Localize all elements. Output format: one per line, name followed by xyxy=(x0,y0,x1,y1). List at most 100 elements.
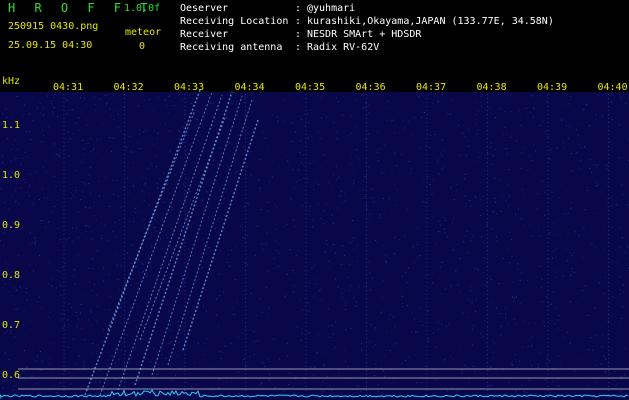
noise-dot xyxy=(338,372,340,374)
noise-dot xyxy=(283,225,285,227)
noise-dot xyxy=(438,100,439,102)
noise-dot xyxy=(65,281,67,283)
noise-dot xyxy=(595,166,597,168)
noise-dot xyxy=(426,187,428,189)
noise-dot xyxy=(368,166,370,168)
noise-dot xyxy=(288,163,290,164)
noise-dot xyxy=(482,241,484,243)
noise-dot xyxy=(124,350,126,352)
noise-dot xyxy=(199,286,201,288)
noise-dot xyxy=(528,380,530,382)
noise-dot xyxy=(550,303,552,305)
noise-dot xyxy=(168,112,170,113)
noise-dot xyxy=(101,234,103,236)
noise-dot xyxy=(340,264,341,266)
noise-dot xyxy=(296,254,298,256)
noise-dot xyxy=(525,108,527,109)
noise-dot xyxy=(145,177,147,178)
noise-dot xyxy=(143,131,145,133)
noise-dot xyxy=(425,202,427,204)
noise-dot xyxy=(325,204,327,206)
noise-dot xyxy=(32,204,34,206)
noise-dot xyxy=(167,182,169,184)
noise-dot xyxy=(356,100,358,102)
noise-dot xyxy=(476,114,478,115)
noise-dot xyxy=(344,254,345,256)
noise-dot xyxy=(345,309,347,311)
noise-dot xyxy=(419,147,421,149)
noise-dot xyxy=(126,177,128,179)
noise-dot xyxy=(154,130,156,132)
noise-dot xyxy=(141,193,143,195)
noise-dot xyxy=(625,275,626,277)
noise-dot xyxy=(373,201,375,203)
noise-dot xyxy=(286,223,288,225)
noise-dot xyxy=(130,284,132,286)
noise-dot xyxy=(598,282,600,284)
noise-dot xyxy=(15,290,17,291)
noise-dot xyxy=(215,314,217,316)
noise-dot xyxy=(497,147,499,148)
noise-dot xyxy=(357,385,359,387)
noise-dot xyxy=(111,151,113,152)
noise-dot xyxy=(23,104,25,106)
noise-dot xyxy=(576,129,577,131)
noise-dot xyxy=(42,115,44,116)
noise-dot xyxy=(113,347,115,349)
noise-dot xyxy=(531,160,533,161)
noise-dot xyxy=(327,308,329,310)
noise-dot xyxy=(49,363,50,365)
noise-dot xyxy=(292,140,294,142)
noise-dot xyxy=(142,263,144,265)
noise-dot xyxy=(173,199,175,201)
noise-dot xyxy=(389,350,391,352)
noise-dot xyxy=(449,113,451,115)
noise-dot xyxy=(594,307,596,309)
noise-dot xyxy=(132,152,134,154)
noise-dot xyxy=(286,273,288,275)
noise-dot xyxy=(117,350,119,352)
noise-dot xyxy=(99,98,101,100)
noise-dot xyxy=(157,374,159,375)
noise-dot xyxy=(545,363,547,365)
noise-dot xyxy=(39,220,41,222)
noise-dot xyxy=(384,302,386,304)
noise-dot xyxy=(88,378,89,380)
noise-dot xyxy=(56,392,58,394)
noise-dot xyxy=(332,222,334,224)
noise-dot xyxy=(129,322,131,324)
noise-dot xyxy=(573,271,575,273)
noise-dot xyxy=(403,126,405,128)
noise-dot xyxy=(31,180,33,182)
noise-dot xyxy=(165,234,167,236)
noise-dot xyxy=(300,340,302,341)
noise-dot xyxy=(273,268,275,269)
noise-dot xyxy=(24,350,26,351)
noise-dot xyxy=(293,393,295,395)
noise-dot xyxy=(38,296,40,298)
noise-dot xyxy=(143,233,145,235)
noise-dot xyxy=(125,149,127,151)
noise-dot xyxy=(460,154,462,156)
noise-dot xyxy=(93,202,95,204)
noise-dot xyxy=(571,270,573,272)
noise-dot xyxy=(338,195,340,197)
noise-dot xyxy=(82,154,84,156)
noise-dot xyxy=(343,201,345,203)
noise-dot xyxy=(319,290,320,292)
noise-dot xyxy=(60,295,62,297)
noise-dot xyxy=(444,288,446,290)
noise-dot xyxy=(220,250,222,252)
noise-dot xyxy=(301,309,303,311)
noise-dot xyxy=(149,347,151,348)
noise-dot xyxy=(101,237,103,239)
noise-dot xyxy=(148,205,150,207)
noise-dot xyxy=(36,383,37,385)
noise-dot xyxy=(445,325,447,327)
noise-dot xyxy=(275,204,276,206)
noise-dot xyxy=(569,343,571,344)
noise-dot xyxy=(377,148,379,150)
noise-dot xyxy=(234,313,236,315)
noise-dot xyxy=(489,147,491,149)
noise-dot xyxy=(368,104,370,106)
